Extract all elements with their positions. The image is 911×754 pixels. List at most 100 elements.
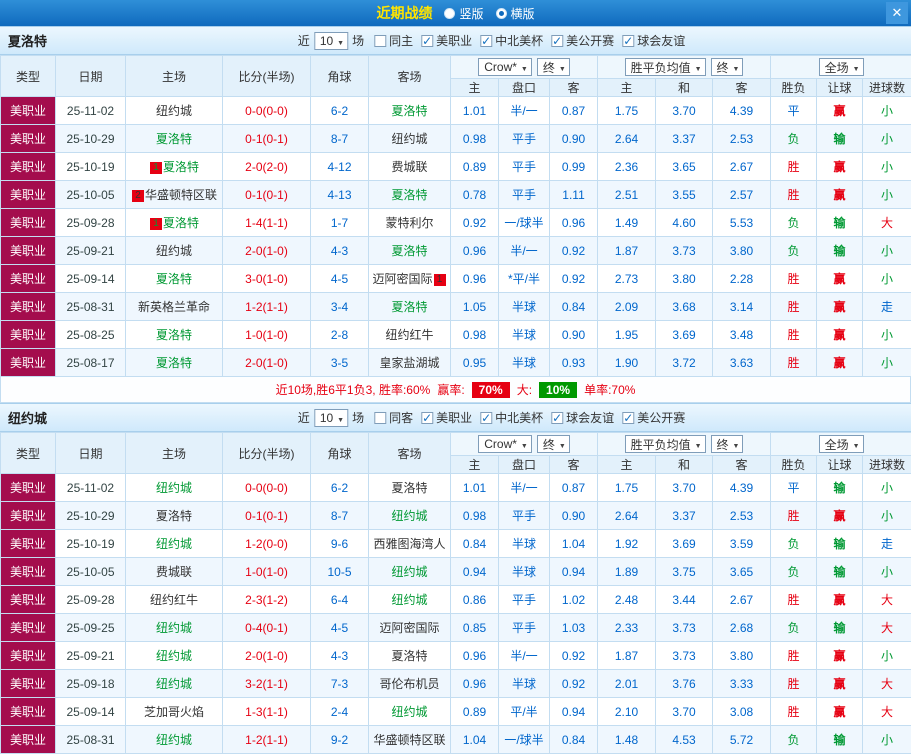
match-count-select[interactable]: 10	[313, 408, 349, 427]
away-team[interactable]: 蒙特利尔	[385, 216, 433, 230]
away-team[interactable]: 皇家盐湖城	[379, 356, 439, 370]
odds-home: 1.01	[462, 103, 487, 118]
home-team[interactable]: 芝加哥火焰	[144, 705, 204, 719]
odds-away: 0.90	[561, 131, 586, 146]
handicap-result-label-cell: 赢	[816, 585, 864, 614]
home-team[interactable]: 纽约城	[156, 537, 192, 551]
result-label-cell: 胜	[770, 585, 818, 614]
league-type-cell: 美职业	[0, 96, 56, 125]
corner-score-cell: 4-13	[310, 180, 369, 209]
match-date-cell: 25-10-05	[55, 557, 126, 586]
match-date-cell: 25-08-31	[55, 725, 126, 754]
away-team[interactable]: 纽约红牛	[385, 328, 433, 342]
chevron-down-icon	[853, 437, 860, 451]
odds-final-select[interactable]: 终	[536, 435, 570, 453]
home-team[interactable]: 夏洛特	[163, 216, 199, 230]
filter-checkbox-4[interactable]: 美公开赛	[622, 409, 685, 426]
filter-checkbox-2[interactable]: 中北美杯	[480, 32, 543, 49]
layout-radio-vertical[interactable]: 竖版	[444, 5, 484, 22]
home-team[interactable]: 纽约城	[156, 733, 192, 747]
odds-away-cell: 0.94	[548, 697, 599, 726]
away-team[interactable]: 夏洛特	[391, 188, 427, 202]
home-team[interactable]: 华盛顿特区联	[145, 188, 217, 202]
home-team[interactable]: 夏洛特	[156, 272, 192, 286]
home-team[interactable]: 纽约城	[156, 244, 192, 258]
filter-checkbox-1[interactable]: 美职业	[421, 32, 472, 49]
home-team[interactable]: 纽约城	[156, 649, 192, 663]
away-team[interactable]: 迈阿密国际	[379, 621, 439, 635]
avg-select[interactable]: 胜平负均值	[624, 435, 706, 453]
home-team[interactable]: 夏洛特	[156, 132, 192, 146]
odds-home-cell: 0.96	[450, 264, 499, 293]
odds-handicap: 平手	[511, 160, 536, 174]
odds-home-cell: 1.01	[450, 96, 499, 125]
filter-checkbox-2[interactable]: 中北美杯	[480, 409, 543, 426]
handicap-result-label: 赢	[833, 272, 846, 286]
avg-home: 1.87	[614, 243, 639, 258]
filter-checkbox-1[interactable]: 美职业	[421, 409, 472, 426]
odds-home: 0.94	[462, 564, 487, 579]
home-team[interactable]: 纽约红牛	[150, 593, 198, 607]
handicap-result-label-cell: 赢	[816, 96, 864, 125]
scope-select[interactable]: 全场	[818, 435, 864, 453]
avg-select[interactable]: 胜平负均值	[624, 58, 706, 76]
away-team[interactable]: 哥伦布机员	[379, 677, 439, 691]
layout-radio-horizontal[interactable]: 横版	[495, 5, 535, 22]
filter-checkbox-0[interactable]: 同客	[374, 409, 413, 426]
home-team-cell: 芝加哥火焰	[125, 697, 223, 726]
result-label-cell: 胜	[770, 641, 818, 670]
avg-draw-cell: 4.60	[655, 208, 714, 237]
home-team[interactable]: 费城联	[156, 565, 192, 579]
away-team[interactable]: 夏洛特	[391, 104, 427, 118]
away-team[interactable]: 华盛顿特区联	[373, 733, 445, 747]
scope-select[interactable]: 全场	[818, 58, 864, 76]
avg-home: 2.09	[614, 299, 639, 314]
match-count-select[interactable]: 10	[313, 31, 349, 50]
away-team[interactable]: 纽约城	[391, 593, 427, 607]
company-select[interactable]: Crow*	[478, 435, 532, 453]
avg-final-select[interactable]: 终	[710, 435, 744, 453]
away-team[interactable]: 夏洛特	[391, 244, 427, 258]
corner-score-cell: 7-3	[310, 669, 369, 698]
result-label: 平	[787, 104, 800, 118]
company-select[interactable]: Crow*	[478, 58, 532, 76]
away-team[interactable]: 纽约城	[391, 565, 427, 579]
away-team[interactable]: 夏洛特	[391, 481, 427, 495]
home-team[interactable]: 夏洛特	[156, 509, 192, 523]
handicap-result-label-cell: 赢	[816, 292, 864, 321]
match-row: 美职业 25-10-19 纽约城 1-2(0-0) 9-6 西雅图海湾人 0.84 半球 1.0…	[0, 529, 911, 558]
filter-checkbox-0[interactable]: 同主	[374, 32, 413, 49]
away-team[interactable]: 西雅图海湾人	[373, 537, 445, 551]
close-button[interactable]: ✕	[886, 2, 908, 24]
handicap-result-label-cell: 赢	[816, 152, 864, 181]
home-team[interactable]: 夏洛特	[156, 328, 192, 342]
home-team[interactable]: 纽约城	[156, 677, 192, 691]
home-team[interactable]: 纽约城	[156, 621, 192, 635]
odds-away-cell: 0.92	[548, 669, 599, 698]
avg-away: 4.39	[729, 480, 754, 495]
filter-checkbox-3[interactable]: 美公开赛	[551, 32, 614, 49]
home-team[interactable]: 夏洛特	[156, 356, 192, 370]
avg-away: 2.53	[729, 131, 754, 146]
away-team[interactable]: 纽约城	[391, 509, 427, 523]
away-team[interactable]: 纽约城	[391, 705, 427, 719]
home-team[interactable]: 纽约城	[156, 104, 192, 118]
avg-away: 5.72	[729, 732, 754, 747]
away-team[interactable]: 纽约城	[391, 132, 427, 146]
home-team[interactable]: 新英格兰革命	[138, 300, 210, 314]
away-team[interactable]: 夏洛特	[391, 649, 427, 663]
filter-checkbox-3[interactable]: 球会友谊	[551, 409, 614, 426]
home-team[interactable]: 夏洛特	[163, 160, 199, 174]
away-team[interactable]: 费城联	[391, 160, 427, 174]
odds-home: 0.96	[462, 676, 487, 691]
handicap-result-label-cell: 赢	[816, 320, 864, 349]
checkbox-checked-icon	[421, 411, 434, 425]
score-cell: 1-0(1-0)	[222, 557, 311, 586]
away-team[interactable]: 夏洛特	[391, 300, 427, 314]
odds-final-select[interactable]: 终	[536, 58, 570, 76]
home-team[interactable]: 纽约城	[156, 481, 192, 495]
filter-checkbox-4[interactable]: 球会友谊	[622, 32, 685, 49]
avg-final-select[interactable]: 终	[710, 58, 744, 76]
avg-away-cell: 4.39	[712, 473, 772, 502]
away-team[interactable]: 迈阿密国际	[372, 272, 432, 286]
